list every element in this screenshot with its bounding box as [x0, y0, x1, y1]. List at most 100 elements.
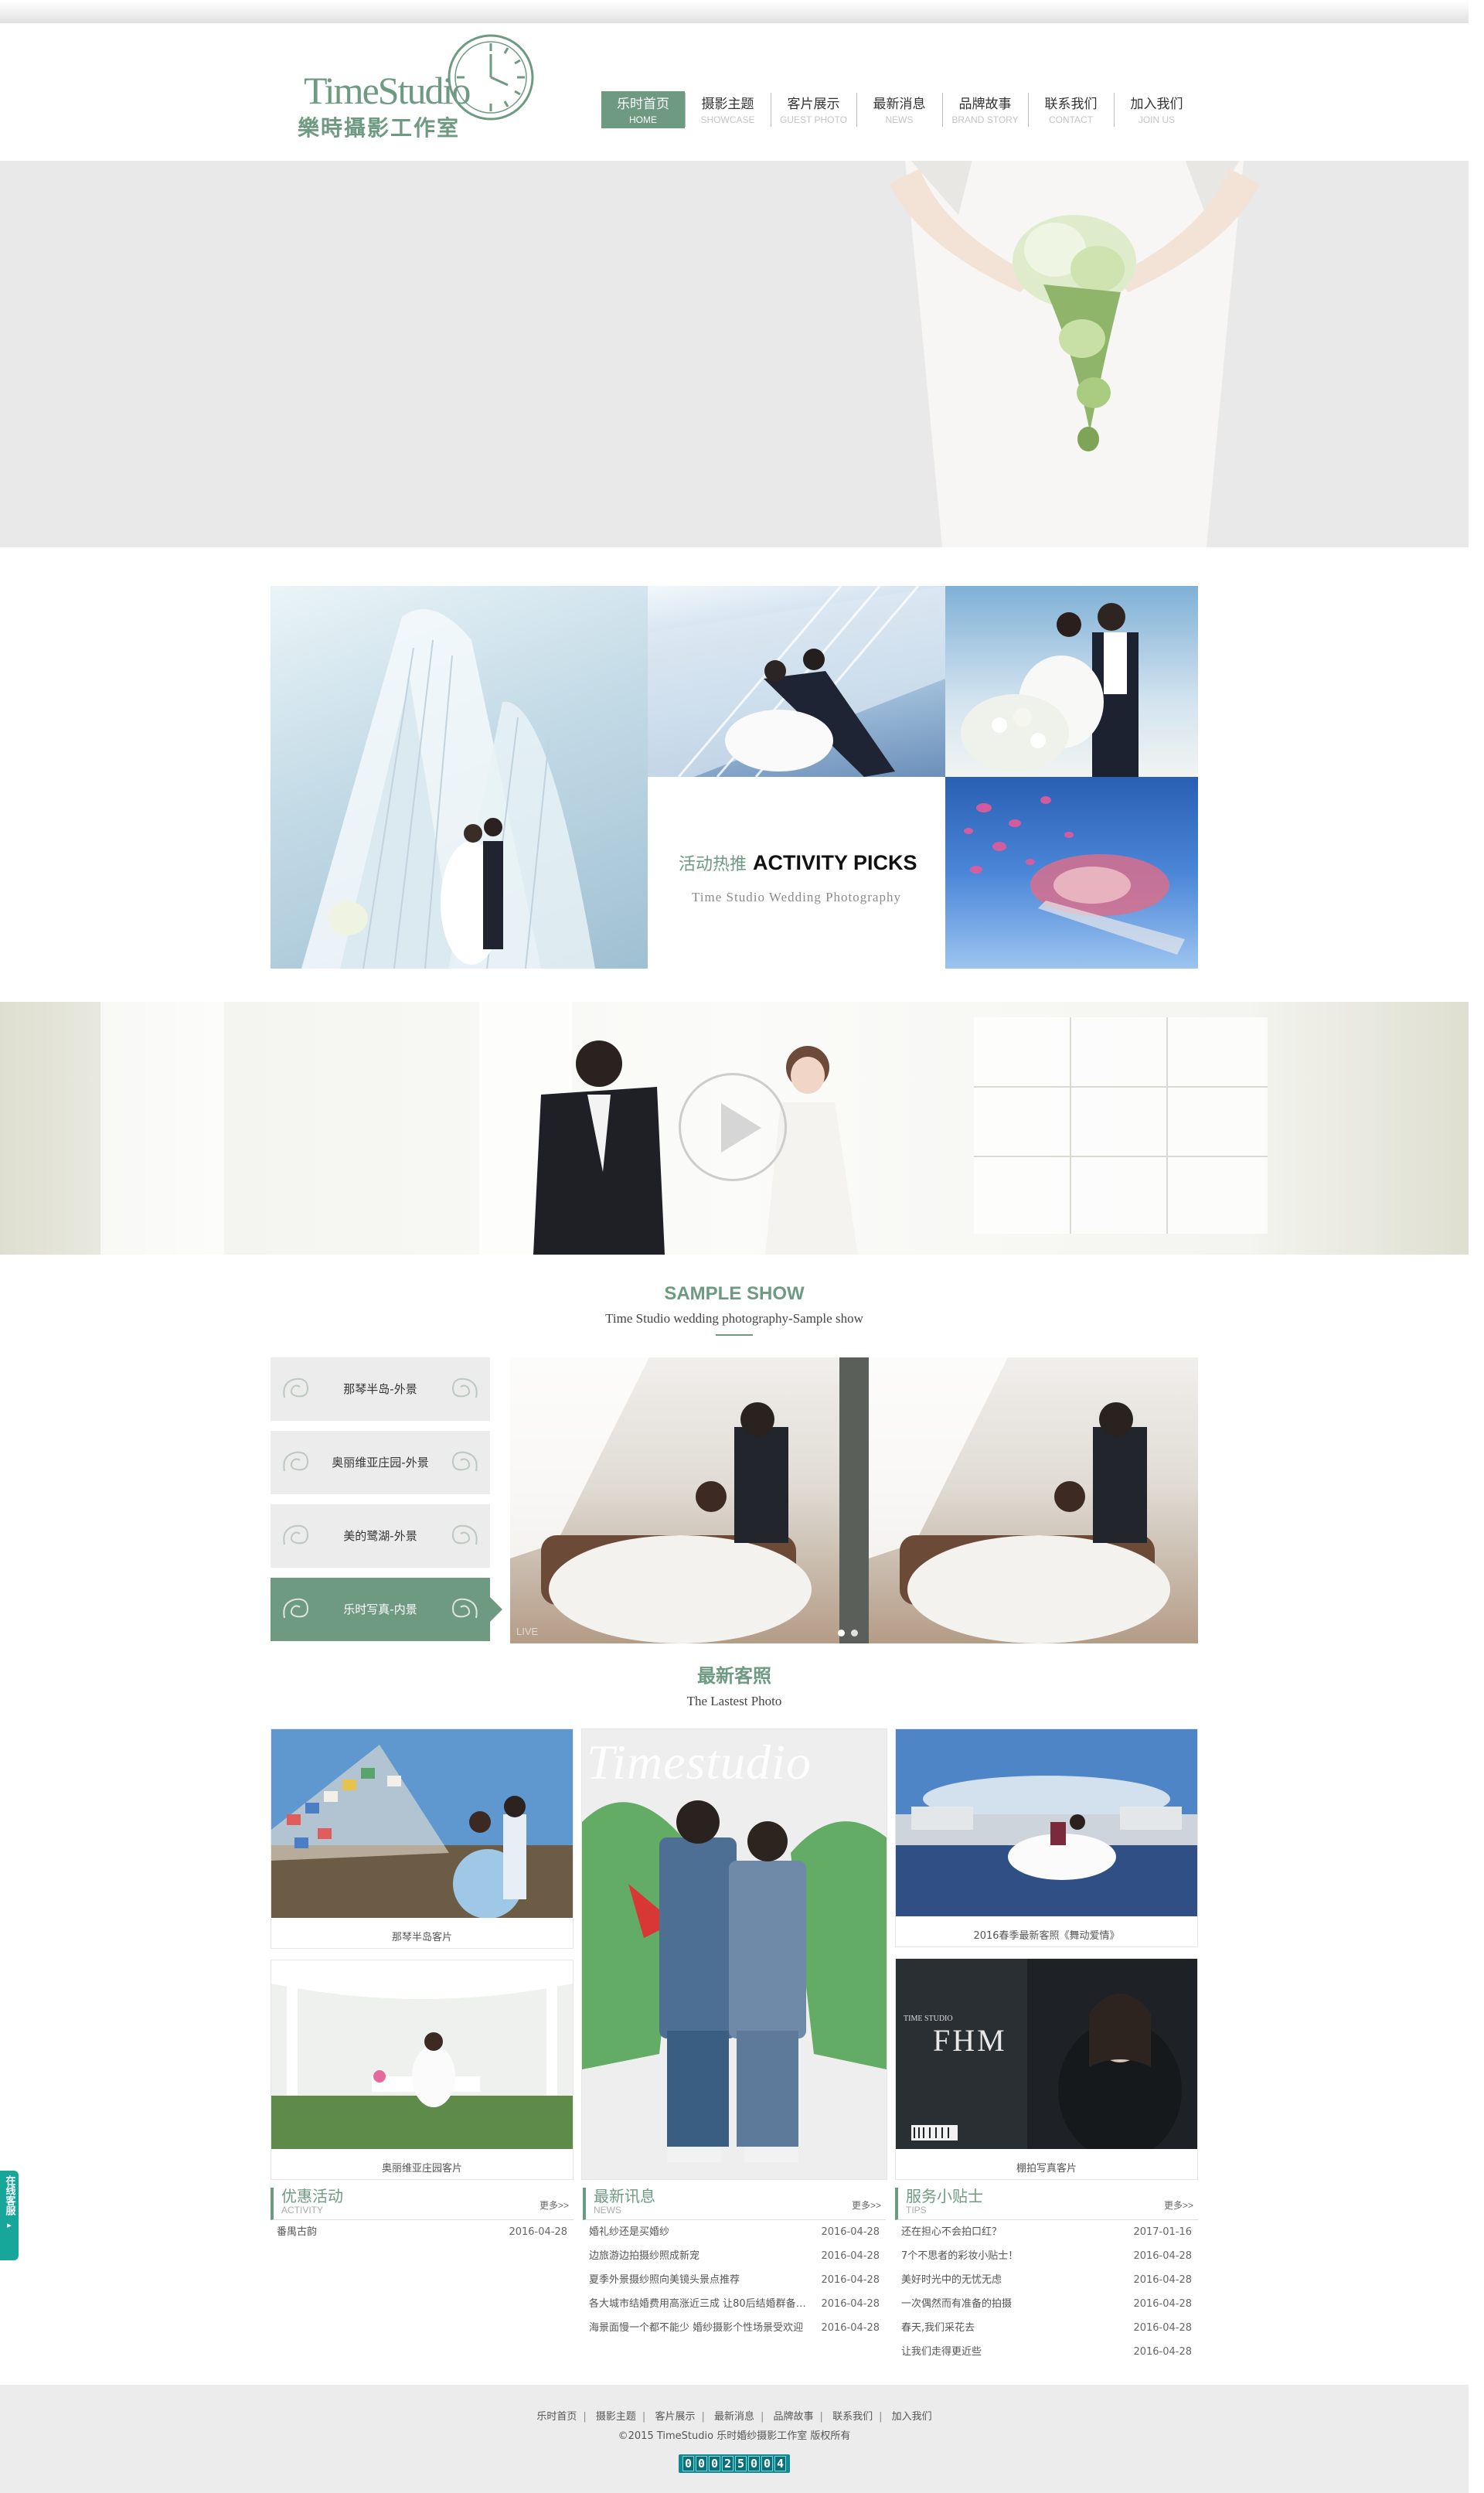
- footer-link-guest-photo[interactable]: 客片展示: [655, 2411, 695, 2423]
- list-item[interactable]: 夏季外景摄纱照向美镜头景点推荐 2016-04-28: [583, 2268, 886, 2292]
- sofa-couple-illustration: [869, 1357, 1170, 1643]
- footer-link-contact[interactable]: 联系我们: [832, 2411, 873, 2423]
- list-item-date: 2016-04-28: [821, 2226, 880, 2238]
- sample-slide-left: LIVE: [510, 1357, 839, 1643]
- nav-label: 最新消息: [873, 97, 926, 112]
- list-item[interactable]: 让我们走得更近些 2016-04-28: [895, 2340, 1198, 2364]
- latest-photo-heading: 最新客照 The Lastest Photo: [0, 1660, 1469, 1709]
- promo-more-link[interactable]: 更多>>: [539, 2198, 569, 2212]
- sample-item-studio[interactable]: 乐时写真-内景: [271, 1578, 502, 1641]
- nav-label: 乐时首页: [617, 97, 669, 112]
- bride-bouquet-photo: [889, 161, 1260, 547]
- tips-list: 服务小贴士 TIPS 更多>> 还在担心不会拍口红？ 2017-01-16 7个…: [895, 2188, 1198, 2364]
- sample-item-label: 美的鹭湖-外景: [343, 1529, 417, 1543]
- news-list: 最新讯息 NEWS 更多>> 婚礼纱还是买婚纱 2016-04-28 边旅游边拍…: [583, 2188, 886, 2340]
- nav-item-join-us[interactable]: 加入我们 JOIN US: [1114, 91, 1200, 128]
- sample-item-olivia[interactable]: 奥丽维亚庄园-外景: [271, 1431, 490, 1494]
- nav-sublabel: HOME: [629, 114, 657, 125]
- counter-digit: 0: [761, 2456, 773, 2471]
- glass-chapel-illustration: [301, 609, 595, 969]
- list-item[interactable]: 海景面慢一个都不能少 婚纱摄影个性场景受欢迎 2016-04-28: [583, 2316, 886, 2340]
- logo-text-en: TimeStudio: [304, 69, 471, 112]
- nav-item-brand-story[interactable]: 品牌故事 BRAND STORY: [942, 91, 1028, 128]
- slider-watermark: LIVE: [516, 1626, 539, 1637]
- cover-title-text: FHM: [933, 2023, 1007, 2058]
- nav-item-contact[interactable]: 联系我们 CONTACT: [1028, 91, 1114, 128]
- activity-section: 活动热推 ACTIVITY PICKS Time Studio Wedding P…: [271, 586, 1198, 969]
- footer-link-home[interactable]: 乐时首页: [536, 2411, 577, 2423]
- footer-link-brand-story[interactable]: 品牌故事: [774, 2411, 814, 2423]
- list-item-title: 夏季外景摄纱照向美镜头景点推荐: [589, 2274, 740, 2286]
- online-service-tab[interactable]: 在线客服 ▸: [0, 2171, 19, 2260]
- footer-link-join-us[interactable]: 加入我们: [892, 2411, 932, 2423]
- sample-item-naqin[interactable]: 那琴半岛-外景: [271, 1357, 490, 1421]
- tips-more-link[interactable]: 更多>>: [1164, 2198, 1193, 2212]
- copyright-text: ©2015 TimeStudio 乐时婚纱摄影工作室 版权所有: [618, 2430, 851, 2442]
- news-list-header: 最新讯息 NEWS 更多>>: [583, 2188, 886, 2220]
- nav-item-showcase[interactable]: 摄影主题 SHOWCASE: [685, 91, 771, 128]
- site-logo[interactable]: TimeStudio 樂時攝影工作室: [298, 31, 534, 147]
- list-item-date: 2016-04-28: [1133, 2274, 1192, 2286]
- list-item[interactable]: 番禺古韵 2016-04-28: [271, 2220, 574, 2244]
- ornament-icon: [283, 1378, 309, 1398]
- nav-sublabel: CONTACT: [1048, 114, 1094, 125]
- slider-dot[interactable]: [851, 1630, 858, 1636]
- list-item[interactable]: 婚礼纱还是买婚纱 2016-04-28: [583, 2220, 886, 2244]
- list-item-title: 美好时光中的无忧无虑: [901, 2274, 1002, 2286]
- footer-link-news[interactable]: 最新消息: [714, 2411, 754, 2423]
- nav-label: 摄影主题: [701, 97, 754, 112]
- nav-item-home[interactable]: 乐时首页 HOME: [601, 91, 685, 128]
- sample-title: SAMPLE SHOW: [664, 1283, 805, 1304]
- list-item-title: 7个不思者的彩妆小贴士！: [901, 2250, 1019, 2262]
- tips-list-header: 服务小贴士 TIPS 更多>>: [895, 2188, 1198, 2220]
- activity-photo-glass-chapel[interactable]: [271, 586, 648, 969]
- list-item-date: 2016-04-28: [821, 2322, 880, 2334]
- list-item[interactable]: 还在担心不会拍口红？ 2017-01-16: [895, 2220, 1198, 2244]
- list-item[interactable]: 边旅游边拍摄纱照成新宠 2016-04-28: [583, 2244, 886, 2268]
- counter-digit: 0: [709, 2456, 720, 2471]
- nav-item-guest-photo[interactable]: 客片展示 GUEST PHOTO: [771, 91, 856, 128]
- site-footer: 乐时首页 | 摄影主题 | 客片展示 | 最新消息 | 品牌故事 | 联系我们 | 加入我们…: [0, 2385, 1469, 2493]
- counter-digit: 4: [774, 2456, 786, 2471]
- activity-photo-couple-flowers[interactable]: [945, 586, 1198, 777]
- slider-dot[interactable]: [838, 1630, 845, 1636]
- list-item-date: 2016-04-28: [1133, 2322, 1192, 2334]
- top-gradient-bar: [0, 0, 1469, 23]
- nav-item-news[interactable]: 最新消息 NEWS: [856, 91, 942, 128]
- latest-card-studio[interactable]: TIME STUDIO FHM 棚拍写真客片: [895, 1958, 1198, 2180]
- latest-title: 最新客照: [697, 1666, 771, 1687]
- counter-digit: 0: [748, 2456, 760, 2471]
- video-play-button[interactable]: [679, 1073, 787, 1181]
- activity-title-card: 活动热推 ACTIVITY PICKS Time Studio Wedding P…: [648, 777, 945, 969]
- list-item[interactable]: 7个不思者的彩妆小贴士！ 2016-04-28: [895, 2244, 1198, 2268]
- list-item-title: 番禺古韵: [277, 2226, 318, 2238]
- news-more-link[interactable]: 更多>>: [852, 2198, 881, 2212]
- sample-slider[interactable]: LIVE: [510, 1357, 1198, 1643]
- list-item[interactable]: 一次偶然而有准备的拍摄 2016-04-28: [895, 2292, 1198, 2316]
- list-item[interactable]: 各大城市结婚费用高涨近三成 让80后结婚群备受... 2016-04-28: [583, 2292, 886, 2316]
- nav-label: 联系我们: [1044, 97, 1098, 112]
- counter-digit: 2: [722, 2456, 733, 2471]
- list-item-date: 2016-04-28: [1133, 2250, 1192, 2262]
- sample-slide-right: [869, 1357, 1198, 1643]
- list-item[interactable]: 春天,我们采花去 2016-04-28: [895, 2316, 1198, 2340]
- featured-couple-photo: [582, 1729, 887, 2179]
- latest-card-featured[interactable]: Timestudio: [581, 1728, 887, 2180]
- footer-separator: |: [701, 2411, 705, 2423]
- list-item-date: 2016-04-28: [821, 2298, 880, 2310]
- latest-card-olivia[interactable]: 奥丽维亚庄园客片: [271, 1960, 574, 2180]
- activity-photo-underwater[interactable]: [945, 777, 1198, 969]
- list-item-title: 各大城市结婚费用高涨近三成 让80后结婚群备受...: [589, 2298, 813, 2310]
- counter-digit: 5: [735, 2456, 747, 2471]
- list-item[interactable]: 美好时光中的无忧无虑 2016-04-28: [895, 2268, 1198, 2292]
- sample-item-lulake[interactable]: 美的鹭湖-外景: [271, 1504, 490, 1568]
- footer-link-showcase[interactable]: 摄影主题: [596, 2411, 636, 2423]
- activity-photo-couple-sky[interactable]: [648, 586, 945, 777]
- footer-separator: |: [819, 2411, 823, 2423]
- latest-card-dance[interactable]: 2016春季最新客照《舞动爱情》: [895, 1728, 1198, 1947]
- list-item-date: 2016-04-28: [509, 2226, 567, 2238]
- promo-title: 优惠活动: [281, 2187, 343, 2205]
- latest-card-naqin[interactable]: 那琴半岛客片: [271, 1728, 574, 1949]
- video-banner: [0, 1002, 1469, 1255]
- hero-banner: [0, 161, 1469, 547]
